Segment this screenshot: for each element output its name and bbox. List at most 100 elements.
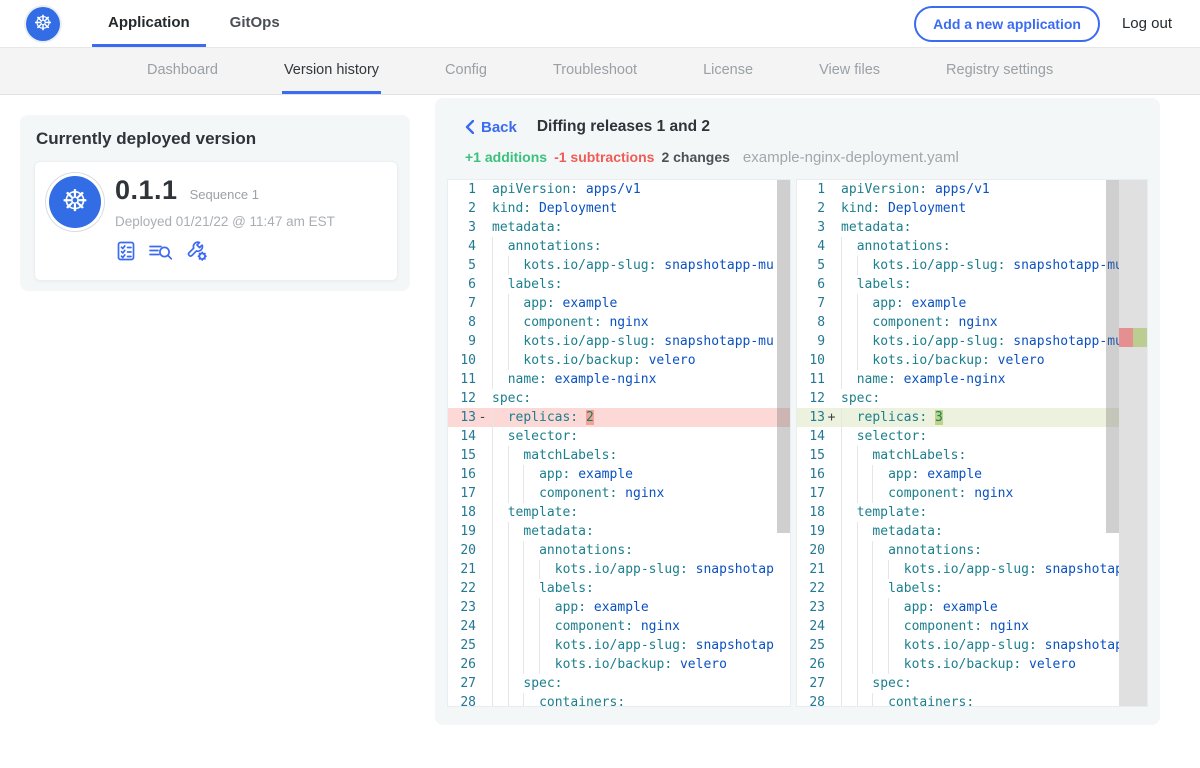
diff-sign bbox=[825, 693, 838, 707]
line-number: 9 bbox=[797, 332, 825, 351]
diff-sign bbox=[476, 294, 489, 313]
line-number: 8 bbox=[797, 313, 825, 332]
line-number: 11 bbox=[797, 370, 825, 389]
subnav-version-history[interactable]: Version history bbox=[282, 48, 381, 94]
code-text: containers: bbox=[489, 693, 790, 707]
code-line-24: 24 component: nginx bbox=[448, 617, 790, 636]
code-line-15: 15matchLabels: bbox=[797, 446, 1147, 465]
code-line-21: 21kots.io/app-slug: snapshotap bbox=[448, 560, 790, 579]
add-application-button[interactable]: Add a new application bbox=[914, 6, 1100, 42]
diff-sign bbox=[825, 180, 838, 199]
line-number: 23 bbox=[448, 598, 476, 617]
version-action-icons bbox=[115, 239, 383, 263]
code-text: component: nginx bbox=[489, 617, 790, 636]
checklist-icon[interactable] bbox=[115, 240, 137, 262]
line-number: 27 bbox=[448, 674, 476, 693]
tab-application[interactable]: Application bbox=[92, 0, 206, 47]
code-text: component: nginx bbox=[838, 313, 1147, 332]
line-number: 12 bbox=[448, 389, 476, 408]
subtractions-count: -1 subtractions bbox=[554, 149, 654, 165]
diff-sign bbox=[476, 636, 489, 655]
line-number: 5 bbox=[797, 256, 825, 275]
code-text: labels: bbox=[489, 275, 790, 294]
line-number: 2 bbox=[448, 199, 476, 218]
diff-sign bbox=[476, 332, 489, 351]
line-number: 1 bbox=[797, 180, 825, 199]
scrollbar-right[interactable] bbox=[1106, 180, 1119, 533]
code-text: spec: bbox=[838, 389, 1147, 408]
code-line-27: 27spec: bbox=[797, 674, 1147, 693]
code-text: selector: bbox=[489, 427, 790, 446]
code-text: spec: bbox=[489, 674, 790, 693]
line-number: 19 bbox=[797, 522, 825, 541]
code-line-7: 7app: example bbox=[797, 294, 1147, 313]
diff-sign bbox=[476, 655, 489, 674]
code-line-13: 13+replicas: 3 bbox=[797, 408, 1147, 427]
diff-sign bbox=[476, 522, 489, 541]
diff-sign bbox=[476, 503, 489, 522]
diff-sign bbox=[825, 275, 838, 294]
subnav-view-files[interactable]: View files bbox=[817, 48, 882, 94]
view-logs-icon[interactable] bbox=[148, 240, 174, 262]
code-line-6: 6 labels: bbox=[448, 275, 790, 294]
sequence-label: Sequence 1 bbox=[190, 187, 259, 202]
line-number: 23 bbox=[797, 598, 825, 617]
diff-sign bbox=[476, 218, 489, 237]
diff-sign bbox=[825, 560, 838, 579]
subnav-troubleshoot[interactable]: Troubleshoot bbox=[551, 48, 639, 94]
code-text: kots.io/backup: velero bbox=[838, 655, 1147, 674]
code-line-17: 17component: nginx bbox=[797, 484, 1147, 503]
app-subnav: Dashboard Version history Config Trouble… bbox=[0, 48, 1200, 95]
code-text: selector: bbox=[838, 427, 1147, 446]
tab-gitops[interactable]: GitOps bbox=[214, 0, 296, 47]
ruler-added-mark bbox=[1133, 328, 1147, 347]
subnav-config[interactable]: Config bbox=[443, 48, 489, 94]
code-text: annotations: bbox=[489, 541, 790, 560]
code-line-22: 22labels: bbox=[448, 579, 790, 598]
top-tabs: Application GitOps bbox=[92, 0, 296, 47]
tools-icon[interactable] bbox=[185, 239, 209, 263]
diff-stats: +1 additions -1 subtractions 2 changes e… bbox=[447, 136, 1148, 166]
diff-sign bbox=[476, 446, 489, 465]
line-number: 21 bbox=[797, 560, 825, 579]
code-text: app: example bbox=[838, 598, 1147, 617]
scrollbar-left[interactable] bbox=[777, 180, 790, 533]
line-number: 19 bbox=[448, 522, 476, 541]
diff-sign bbox=[825, 199, 838, 218]
back-button[interactable]: Back bbox=[465, 119, 517, 136]
logout-button[interactable]: Log out bbox=[1122, 15, 1172, 32]
code-line-2: 2kind: Deployment bbox=[448, 199, 790, 218]
diff-sign bbox=[825, 427, 838, 446]
code-line-19: 19metadata: bbox=[797, 522, 1147, 541]
subnav-license[interactable]: License bbox=[701, 48, 755, 94]
line-number: 20 bbox=[448, 541, 476, 560]
topbar-actions: Add a new application Log out bbox=[914, 0, 1200, 47]
code-line-25: 25kots.io/app-slug: snapshotap bbox=[797, 636, 1147, 655]
diff-sign: - bbox=[476, 408, 489, 427]
app-logo-wrap: ☸ bbox=[0, 0, 92, 47]
diff-sign bbox=[825, 313, 838, 332]
subnav-registry-settings[interactable]: Registry settings bbox=[944, 48, 1055, 94]
line-number: 3 bbox=[448, 218, 476, 237]
line-number: 6 bbox=[448, 275, 476, 294]
code-line-28: 28containers: bbox=[797, 693, 1147, 707]
line-number: 24 bbox=[448, 617, 476, 636]
code-text: app: example bbox=[489, 465, 790, 484]
diff-sign bbox=[476, 180, 489, 199]
kubernetes-logo-icon: ☸ bbox=[26, 7, 60, 41]
code-text: component: nginx bbox=[489, 313, 790, 332]
line-number: 25 bbox=[448, 636, 476, 655]
diff-pane-after: 1apiVersion: apps/v12kind: Deployment3me… bbox=[796, 179, 1148, 707]
diff-sign bbox=[476, 560, 489, 579]
diff-sign bbox=[825, 579, 838, 598]
line-number: 9 bbox=[448, 332, 476, 351]
code-line-23: 23 app: example bbox=[797, 598, 1147, 617]
line-number: 7 bbox=[448, 294, 476, 313]
line-number: 16 bbox=[797, 465, 825, 484]
code-line-1: 1apiVersion: apps/v1 bbox=[797, 180, 1147, 199]
code-line-4: 4annotations: bbox=[797, 237, 1147, 256]
code-line-20: 20 annotations: bbox=[448, 541, 790, 560]
code-text: annotations: bbox=[838, 237, 1147, 256]
code-text: metadata: bbox=[489, 218, 790, 237]
subnav-dashboard[interactable]: Dashboard bbox=[145, 48, 220, 94]
